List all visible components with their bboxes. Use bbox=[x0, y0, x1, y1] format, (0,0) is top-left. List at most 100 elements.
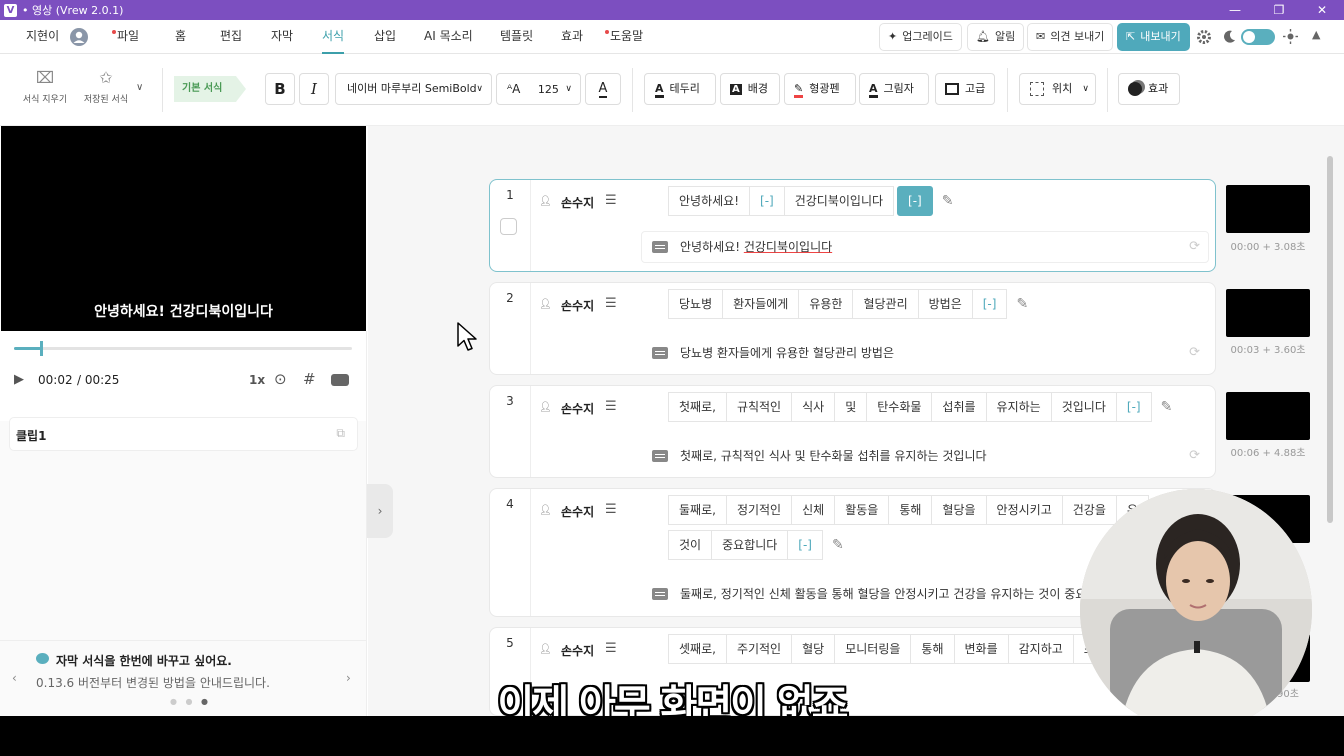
subtitle-row-2[interactable]: 2 👤︎ 손수지 ☰ 당뇨병 환자들에게 유용한 혈당관리 방법은 [-] ✎ 당뇨병 환자… bbox=[489, 282, 1216, 375]
clip-thumbnail[interactable] bbox=[1226, 185, 1310, 233]
font-select[interactable]: 네이버 마루부리 SemiBold ∨ bbox=[335, 73, 492, 105]
word-chip[interactable]: 혈당을 bbox=[931, 495, 987, 525]
link-icon[interactable]: ⟳ bbox=[1189, 441, 1200, 471]
word-chip[interactable]: 중요합니다 bbox=[711, 530, 789, 560]
pencil-icon[interactable]: ✎ bbox=[1016, 289, 1028, 319]
menu-ai-voice[interactable]: AI 목소리 bbox=[424, 20, 473, 54]
highlighter-button[interactable]: ✎ 형광펜 bbox=[784, 73, 856, 105]
word-chip[interactable]: 환자들에게 bbox=[722, 289, 800, 319]
clip-thumbnail[interactable] bbox=[1226, 289, 1310, 337]
menu-subtitle[interactable]: 자막 bbox=[271, 20, 293, 54]
word-chip[interactable]: 주기적인 bbox=[725, 634, 793, 664]
word-chip[interactable]: 방법은 bbox=[917, 289, 973, 319]
bold-button[interactable]: B bbox=[265, 73, 295, 105]
word-chip[interactable]: 섭취를 bbox=[931, 392, 987, 422]
font-color-button[interactable]: A bbox=[585, 73, 621, 105]
font-size-select[interactable]: ᴬA 125 ∨ bbox=[496, 73, 581, 105]
effect-button[interactable]: 효과 bbox=[1118, 73, 1180, 105]
word-chip[interactable]: 통해 bbox=[888, 495, 933, 525]
row-checkbox[interactable] bbox=[500, 218, 517, 235]
collapse-panel-button[interactable]: › bbox=[367, 484, 393, 538]
speaker-name[interactable]: 손수지 bbox=[561, 503, 594, 520]
menu-insert[interactable]: 삽입 bbox=[374, 20, 396, 54]
subtitle-toggle-icon[interactable] bbox=[331, 374, 349, 386]
clear-style-button[interactable]: ⌧ 서식 지우기 bbox=[15, 68, 75, 105]
word-chip[interactable]: 셋째로, bbox=[668, 634, 727, 664]
word-chip[interactable]: 신체 bbox=[791, 495, 836, 525]
menu-format[interactable]: 서식 bbox=[322, 20, 345, 54]
word-chip[interactable]: 것이 bbox=[668, 530, 713, 560]
user-name[interactable]: 지현이 bbox=[26, 20, 59, 54]
link-icon[interactable]: ⟳ bbox=[1189, 232, 1200, 262]
link-icon[interactable]: ⟳ bbox=[1189, 338, 1200, 368]
notice-title[interactable]: 자막 서식을 한번에 바꾸고 싶어요. bbox=[56, 652, 232, 669]
word-chip[interactable]: 탄수화물 bbox=[866, 392, 933, 422]
word-chip[interactable]: 정기적인 bbox=[725, 495, 793, 525]
word-chip[interactable]: 식사 bbox=[791, 392, 836, 422]
menu-template[interactable]: 템플릿 bbox=[500, 20, 533, 54]
gear-icon[interactable] bbox=[1196, 29, 1212, 45]
word-chip[interactable]: 건강을 bbox=[1061, 495, 1117, 525]
video-preview[interactable]: 안녕하세요! 건강디북이입니다 bbox=[1, 126, 366, 331]
upgrade-button[interactable]: ✦ 업그레이드 bbox=[879, 23, 962, 51]
theme-toggle[interactable] bbox=[1241, 29, 1275, 45]
screenshot-icon[interactable]: ⊙ bbox=[274, 370, 287, 388]
open-external-icon[interactable]: ⧉ bbox=[336, 426, 345, 441]
word-chip[interactable]: 당뇨병 bbox=[668, 289, 724, 319]
word-chip[interactable]: 혈당 bbox=[791, 634, 836, 664]
play-icon[interactable]: ▶ bbox=[14, 372, 24, 387]
speed-button[interactable]: 1x bbox=[249, 373, 265, 387]
subtitle-line[interactable]: 첫째로, 규칙적인 식사 및 탄수화물 섭취를 유지하는 것입니다 ⟳ bbox=[641, 440, 1209, 472]
speaker-options-icon[interactable]: ☰ bbox=[605, 193, 617, 208]
gap-chip[interactable]: [-] bbox=[1115, 392, 1152, 422]
shadow-button[interactable]: A 그림자 bbox=[859, 73, 929, 105]
advanced-button[interactable]: 고급 bbox=[935, 73, 995, 105]
subtitle-row-1[interactable]: 1 👤︎ 손수지 ☰ 안녕하세요! [-] 건강디북이입니다 [-] ✎ 안녕하세요! … bbox=[489, 179, 1216, 272]
grid-icon[interactable]: # bbox=[303, 370, 316, 388]
word-chip[interactable]: 및 bbox=[834, 392, 868, 422]
pencil-icon[interactable]: ✎ bbox=[942, 186, 954, 216]
restore-button[interactable]: ❐ bbox=[1257, 0, 1301, 20]
export-button[interactable]: ⇱ 내보내기 bbox=[1117, 23, 1190, 51]
position-button[interactable]: 위치 ∨ bbox=[1019, 73, 1096, 105]
speaker-options-icon[interactable]: ☰ bbox=[605, 399, 617, 414]
menu-effect[interactable]: 효과 bbox=[561, 20, 583, 54]
word-chip[interactable]: 규칙적인 bbox=[725, 392, 793, 422]
word-chip[interactable]: 건강디북이입니다 bbox=[783, 186, 895, 216]
speaker-name[interactable]: 손수지 bbox=[561, 297, 594, 314]
alert-button[interactable]: 🔔︎ 알림 bbox=[967, 23, 1025, 51]
word-chip[interactable]: 유지하는 bbox=[985, 392, 1052, 422]
word-chip[interactable]: 활동을 bbox=[834, 495, 890, 525]
saved-style-button[interactable]: ✩ 저장된 서식 bbox=[76, 68, 136, 105]
gap-chip[interactable]: [-] bbox=[749, 186, 785, 216]
word-chip[interactable]: 안정시키고 bbox=[985, 495, 1063, 525]
menu-file[interactable]: 파일 bbox=[112, 20, 139, 54]
clip-thumbnail[interactable] bbox=[1226, 392, 1310, 440]
word-chip[interactable]: 첫째로, bbox=[668, 392, 727, 422]
pencil-icon[interactable]: ✎ bbox=[832, 530, 844, 560]
collapse-menu-icon[interactable]: ▲ bbox=[1312, 28, 1320, 41]
speaker-options-icon[interactable]: ☰ bbox=[605, 502, 617, 517]
word-chip[interactable]: 유용한 bbox=[798, 289, 854, 319]
word-chip[interactable]: 통해 bbox=[910, 634, 955, 664]
word-chip[interactable]: 것입니다 bbox=[1050, 392, 1117, 422]
avatar-icon[interactable] bbox=[70, 28, 88, 46]
word-chip[interactable]: 감지하고 bbox=[1007, 634, 1074, 664]
seek-handle[interactable] bbox=[40, 341, 44, 356]
clip-item[interactable]: 클립1 ⧉ bbox=[9, 417, 358, 451]
feedback-button[interactable]: ✉ 의견 보내기 bbox=[1027, 23, 1114, 51]
border-button[interactable]: A 테두리 bbox=[644, 73, 716, 105]
speaker-name[interactable]: 손수지 bbox=[561, 400, 594, 417]
close-button[interactable]: ✕ bbox=[1300, 0, 1344, 20]
minimize-button[interactable]: — bbox=[1213, 0, 1257, 20]
gap-chip-selected[interactable]: [-] bbox=[897, 186, 933, 216]
basic-style-tag[interactable]: 기본 서식 bbox=[174, 76, 246, 102]
speaker-options-icon[interactable]: ☰ bbox=[605, 641, 617, 656]
menu-help[interactable]: 도움말 bbox=[605, 20, 643, 54]
pencil-icon[interactable]: ✎ bbox=[1161, 392, 1173, 422]
seek-bar[interactable] bbox=[14, 341, 352, 356]
menu-home[interactable]: 홈 bbox=[175, 20, 186, 54]
subtitle-line[interactable]: 당뇨병 환자들에게 유용한 혈당관리 방법은 ⟳ bbox=[641, 337, 1209, 369]
speaker-options-icon[interactable]: ☰ bbox=[605, 296, 617, 311]
menu-edit[interactable]: 편집 bbox=[220, 20, 242, 54]
